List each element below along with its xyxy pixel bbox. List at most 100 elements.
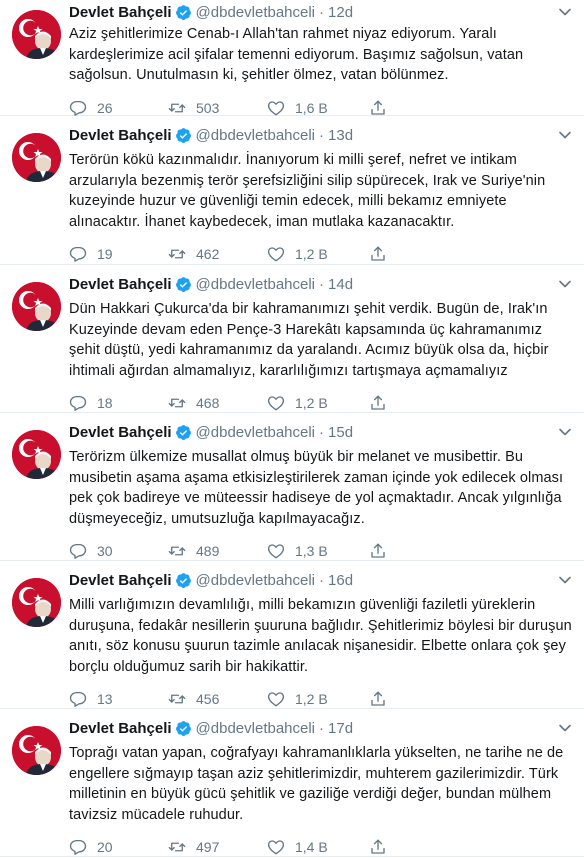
share-button[interactable] bbox=[369, 245, 409, 263]
retweet-button[interactable]: 503 bbox=[168, 99, 267, 117]
tweet[interactable]: Devlet Bahçeli @dbdevletbahceli · 17d To… bbox=[0, 709, 584, 857]
avatar-image bbox=[12, 10, 61, 59]
avatar[interactable] bbox=[12, 282, 61, 331]
like-button[interactable]: 1,2 B bbox=[267, 690, 369, 708]
tweet-timestamp[interactable]: 16d bbox=[328, 572, 353, 589]
reply-icon bbox=[69, 543, 87, 559]
avatar-image bbox=[12, 282, 61, 331]
avatar[interactable] bbox=[12, 726, 61, 775]
like-count: 1,4 B bbox=[295, 839, 328, 855]
tweet[interactable]: Devlet Bahçeli @dbdevletbahceli · 15d Te… bbox=[0, 413, 584, 561]
avatar-image bbox=[12, 133, 61, 182]
retweet-button[interactable]: 462 bbox=[168, 245, 267, 263]
author-name[interactable]: Devlet Bahçeli bbox=[69, 572, 172, 589]
like-button[interactable]: 1,6 B bbox=[267, 99, 369, 117]
retweet-count: 503 bbox=[196, 99, 220, 116]
retweet-button[interactable]: 497 bbox=[168, 838, 267, 856]
reply-count: 18 bbox=[97, 395, 113, 411]
tweet[interactable]: Devlet Bahçeli @dbdevletbahceli · 13d Te… bbox=[0, 116, 584, 265]
reply-count: 26 bbox=[97, 99, 113, 116]
tweet-actions: 13 456 1,2 B bbox=[69, 688, 574, 710]
reply-button[interactable]: 30 bbox=[69, 542, 168, 560]
heart-icon bbox=[267, 692, 285, 707]
author-name[interactable]: Devlet Bahçeli bbox=[69, 424, 172, 441]
avatar[interactable] bbox=[12, 10, 61, 59]
separator-dot: · bbox=[319, 571, 325, 589]
heart-icon bbox=[267, 100, 285, 115]
chevron-down-icon[interactable] bbox=[558, 721, 572, 735]
share-button[interactable] bbox=[369, 542, 409, 560]
like-count: 1,2 B bbox=[295, 246, 328, 262]
tweet-timestamp[interactable]: 12d bbox=[328, 4, 353, 21]
avatar[interactable] bbox=[12, 578, 61, 627]
verified-badge-icon bbox=[175, 720, 192, 737]
tweet-text: Toprağı vatan yapan, coğrafyayı kahraman… bbox=[69, 745, 564, 823]
tweet-header: Devlet Bahçeli @dbdevletbahceli · 17d bbox=[69, 718, 574, 738]
reply-count: 19 bbox=[97, 246, 113, 262]
chevron-down-icon[interactable] bbox=[558, 5, 572, 19]
tweet[interactable]: Devlet Bahçeli @dbdevletbahceli · 12d Az… bbox=[0, 0, 584, 116]
tweet-timestamp[interactable]: 15d bbox=[328, 424, 353, 441]
author-name[interactable]: Devlet Bahçeli bbox=[69, 720, 172, 737]
author-handle[interactable]: @dbdevletbahceli bbox=[196, 276, 315, 293]
reply-button[interactable]: 20 bbox=[69, 838, 168, 856]
retweet-count: 468 bbox=[196, 395, 220, 411]
retweet-count: 497 bbox=[196, 839, 220, 855]
share-button[interactable] bbox=[369, 99, 409, 117]
share-button[interactable] bbox=[369, 838, 409, 856]
tweet-header: Devlet Bahçeli @dbdevletbahceli · 14d bbox=[69, 274, 574, 294]
chevron-down-icon[interactable] bbox=[558, 573, 572, 587]
share-button[interactable] bbox=[369, 690, 409, 708]
like-count: 1,6 B bbox=[295, 99, 328, 116]
tweet-timestamp[interactable]: 17d bbox=[328, 720, 353, 737]
author-handle[interactable]: @dbdevletbahceli bbox=[196, 4, 315, 21]
like-button[interactable]: 1,3 B bbox=[267, 542, 369, 560]
chevron-down-icon[interactable] bbox=[558, 277, 572, 291]
tweet-header: Devlet Bahçeli @dbdevletbahceli · 13d bbox=[69, 125, 574, 145]
like-count: 1,2 B bbox=[295, 395, 328, 411]
tweet-header: Devlet Bahçeli @dbdevletbahceli · 16d bbox=[69, 570, 574, 590]
reply-button[interactable]: 13 bbox=[69, 690, 168, 708]
reply-button[interactable]: 18 bbox=[69, 394, 168, 412]
retweet-icon bbox=[168, 398, 186, 408]
like-count: 1,3 B bbox=[295, 543, 328, 559]
chevron-down-icon[interactable] bbox=[558, 425, 572, 439]
author-name[interactable]: Devlet Bahçeli bbox=[69, 127, 172, 144]
tweet-actions: 18 468 1,2 B bbox=[69, 392, 574, 414]
chevron-down-icon[interactable] bbox=[558, 128, 572, 142]
like-button[interactable]: 1,2 B bbox=[267, 394, 369, 412]
tweet[interactable]: Devlet Bahçeli @dbdevletbahceli · 14d Dü… bbox=[0, 265, 584, 413]
author-handle[interactable]: @dbdevletbahceli bbox=[196, 127, 315, 144]
like-button[interactable]: 1,4 B bbox=[267, 838, 369, 856]
author-name[interactable]: Devlet Bahçeli bbox=[69, 4, 172, 21]
retweet-button[interactable]: 456 bbox=[168, 690, 267, 708]
share-button[interactable] bbox=[369, 394, 409, 412]
retweet-icon bbox=[168, 694, 186, 704]
tweet[interactable]: Devlet Bahçeli @dbdevletbahceli · 16d Mi… bbox=[0, 561, 584, 709]
avatar[interactable] bbox=[12, 133, 61, 182]
avatar[interactable] bbox=[12, 430, 61, 479]
tweet-timestamp[interactable]: 13d bbox=[328, 127, 353, 144]
tweet-timestamp[interactable]: 14d bbox=[328, 276, 353, 293]
retweet-button[interactable]: 489 bbox=[168, 542, 267, 560]
reply-button[interactable]: 19 bbox=[69, 245, 168, 263]
heart-icon bbox=[267, 396, 285, 411]
author-handle[interactable]: @dbdevletbahceli bbox=[196, 572, 315, 589]
reply-icon bbox=[69, 100, 87, 116]
verified-badge-icon bbox=[175, 276, 192, 293]
author-handle[interactable]: @dbdevletbahceli bbox=[196, 424, 315, 441]
verified-badge-icon bbox=[175, 127, 192, 144]
retweet-button[interactable]: 468 bbox=[168, 394, 267, 412]
tweet-text: Terörizm ülkemize musallat olmuş büyük b… bbox=[69, 449, 564, 527]
avatar-image bbox=[12, 430, 61, 479]
heart-icon bbox=[267, 840, 285, 855]
tweet-header: Devlet Bahçeli @dbdevletbahceli · 12d bbox=[69, 2, 574, 22]
reply-button[interactable]: 26 bbox=[69, 99, 168, 117]
author-name[interactable]: Devlet Bahçeli bbox=[69, 276, 172, 293]
like-button[interactable]: 1,2 B bbox=[267, 245, 369, 263]
author-handle[interactable]: @dbdevletbahceli bbox=[196, 720, 315, 737]
tweet-text: Terörün kökü kazınmalıdır. İnanıyorum ki… bbox=[69, 152, 546, 230]
tweet-actions: 19 462 1,2 B bbox=[69, 243, 574, 265]
heart-icon bbox=[267, 247, 285, 262]
tweet-text: Milli varlığımızın devamlılığı, milli be… bbox=[69, 597, 572, 675]
